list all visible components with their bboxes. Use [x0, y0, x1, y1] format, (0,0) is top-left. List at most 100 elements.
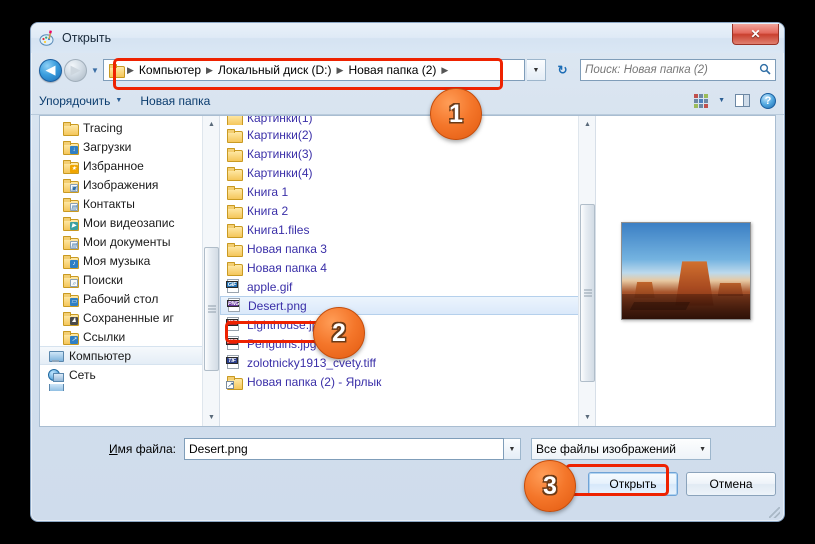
sidebar-item-computer[interactable]: Компьютер — [40, 346, 219, 365]
list-item[interactable]: GIF apple.gif — [220, 277, 595, 296]
new-folder-button[interactable]: Новая папка — [140, 94, 210, 108]
tree-item[interactable]: Tracing — [40, 118, 219, 137]
file-name: Картинки(1) — [247, 116, 313, 125]
image-preview — [620, 222, 751, 320]
folder-icon — [226, 166, 243, 181]
breadcrumb-separator: ▶ — [441, 64, 449, 75]
nav-pane-scrollbar[interactable]: ▲ ▼ — [202, 116, 219, 426]
list-item[interactable]: Новая папка 3 — [220, 239, 595, 258]
tree-item-label: Мои видеозапис — [83, 215, 175, 230]
list-item[interactable]: Книга 2 — [220, 201, 595, 220]
cancel-button[interactable]: Отмена — [686, 472, 776, 496]
scroll-up-arrow[interactable]: ▲ — [579, 116, 595, 133]
organize-button[interactable]: Упорядочить ▼ — [39, 94, 122, 108]
file-name: Penguins.jpg — [247, 336, 317, 351]
view-chevron-down-icon[interactable]: ▼ — [718, 97, 725, 104]
resize-grip[interactable] — [769, 507, 780, 518]
filetype-value: Все файлы изображений — [536, 442, 676, 456]
help-icon[interactable]: ? — [760, 92, 776, 109]
breadcrumb-local-disk[interactable]: Локальный диск (D:) — [214, 63, 336, 77]
filename-dropdown-icon[interactable]: ▼ — [504, 438, 521, 460]
folder-icon — [226, 185, 243, 200]
list-item[interactable]: Картинки(3) — [220, 144, 595, 163]
list-item[interactable]: Книга 1 — [220, 182, 595, 201]
tree-item[interactable]: ★ Избранное — [40, 156, 219, 175]
breadcrumb-separator: ▶ — [336, 64, 344, 75]
filename-label-rest: мя файла: — [117, 442, 176, 456]
list-item[interactable]: ↗ Новая папка (2) - Ярлык — [220, 372, 595, 391]
filename-input[interactable]: Desert.png — [184, 438, 504, 460]
list-item[interactable]: Новая папка 4 — [220, 258, 595, 277]
scroll-down-arrow[interactable]: ▼ — [203, 409, 219, 426]
tree-item[interactable]: ♪ Моя музыка — [40, 251, 219, 270]
list-item-selected[interactable]: PNG Desert.png — [220, 296, 589, 315]
tree-item-label: Сохраненные иг — [83, 310, 174, 325]
tree-item-label: Поиски — [83, 272, 123, 287]
breadcrumb-separator: ▶ — [127, 64, 134, 75]
tree-item[interactable]: ⌕ Поиски — [40, 270, 219, 289]
chevron-down-icon: ▼ — [699, 445, 706, 453]
sidebar-item-network[interactable]: Сеть — [40, 365, 219, 384]
preview-pane — [595, 116, 775, 426]
file-name: zolotnicky1913_cvety.tiff — [247, 355, 376, 370]
folder-icon — [226, 116, 243, 125]
refresh-icon[interactable]: ↻ — [551, 59, 574, 81]
tree-item[interactable]: ▭ Рабочий стол — [40, 289, 219, 308]
tree-item-label: Контакты — [83, 196, 135, 211]
tree-item[interactable]: ▤ Мои документы — [40, 232, 219, 251]
tree-item[interactable]: ▶ Мои видеозапис — [40, 213, 219, 232]
file-name: Книга 1 — [247, 184, 289, 199]
tree-item-clipped[interactable] — [40, 384, 219, 391]
search-input[interactable]: Поиск: Новая папка (2) — [580, 59, 776, 81]
scrollbar-thumb[interactable] — [580, 204, 595, 382]
gif-tag: GIF — [226, 281, 238, 288]
breadcrumb-separator: ▶ — [206, 64, 213, 75]
history-dropdown-icon[interactable]: ▼ — [89, 66, 101, 75]
window-title: Открыть — [62, 31, 112, 45]
tree-item[interactable]: ▤ Контакты — [40, 194, 219, 213]
filetype-select[interactable]: Все файлы изображений ▼ — [531, 438, 711, 460]
list-item[interactable]: Картинки(4) — [220, 163, 595, 182]
tree-item-label: Мои документы — [83, 234, 171, 249]
close-button[interactable]: ✕ — [732, 24, 779, 45]
back-button[interactable]: ◀ — [39, 58, 62, 82]
list-item-clipped[interactable]: Картинки(1) — [220, 116, 595, 125]
computer-icon — [48, 384, 64, 391]
folder-icon: ♪ — [62, 254, 79, 269]
breadcrumb-current-folder[interactable]: Новая папка (2) — [344, 63, 440, 77]
command-toolbar: Упорядочить ▼ Новая папка ▼ ? — [31, 87, 784, 115]
address-bar[interactable]: ▶ Компьютер ▶ Локальный диск (D:) ▶ Нова… — [103, 59, 525, 81]
tree-item[interactable]: ↗ Ссылки — [40, 327, 219, 346]
file-name: Картинки(4) — [247, 165, 313, 180]
scroll-down-arrow[interactable]: ▼ — [579, 409, 595, 426]
tree-item-label: Загрузки — [83, 139, 132, 154]
file-name: Картинки(3) — [247, 146, 313, 161]
tree-item[interactable]: ↓ Загрузки — [40, 137, 219, 156]
explorer-body: Tracing ↓ Загрузки ★ Избранное ▣ Изображ… — [39, 115, 776, 427]
scroll-up-arrow[interactable]: ▲ — [203, 116, 219, 133]
scrollbar-thumb[interactable] — [204, 247, 219, 371]
breadcrumb-computer[interactable]: Компьютер — [135, 63, 205, 77]
filename-row: Имя файла: Desert.png ▼ Все файлы изобра… — [39, 434, 776, 464]
list-item[interactable]: JPG Lighthouse.jpg — [220, 315, 595, 334]
tree-item[interactable]: ♟ Сохраненные иг — [40, 308, 219, 327]
tree-item-label: Моя музыка — [83, 253, 151, 268]
open-button[interactable]: Открыть — [588, 472, 678, 496]
forward-button[interactable]: ▶ — [64, 58, 87, 82]
file-list-scrollbar[interactable]: ▲ ▼ — [578, 116, 595, 426]
new-folder-label: Новая папка — [140, 93, 211, 108]
list-item[interactable]: TIF zolotnicky1913_cvety.tiff — [220, 353, 595, 372]
tree-item-label: Сеть — [69, 367, 96, 382]
address-dropdown-icon[interactable]: ▼ — [527, 59, 546, 81]
file-name: apple.gif — [247, 279, 293, 294]
list-item[interactable]: Книга1.files — [220, 220, 595, 239]
list-item[interactable]: Картинки(2) — [220, 125, 595, 144]
view-grid-icon[interactable] — [694, 93, 709, 108]
list-item[interactable]: JPG Penguins.jpg — [220, 334, 595, 353]
file-name: Картинки(2) — [247, 127, 313, 142]
preview-pane-icon[interactable] — [735, 94, 750, 107]
file-name: Новая папка 3 — [247, 241, 327, 256]
tree-item[interactable]: ▣ Изображения — [40, 175, 219, 194]
paint-palette-icon — [39, 29, 56, 47]
folder-icon: ▭ — [62, 292, 79, 307]
